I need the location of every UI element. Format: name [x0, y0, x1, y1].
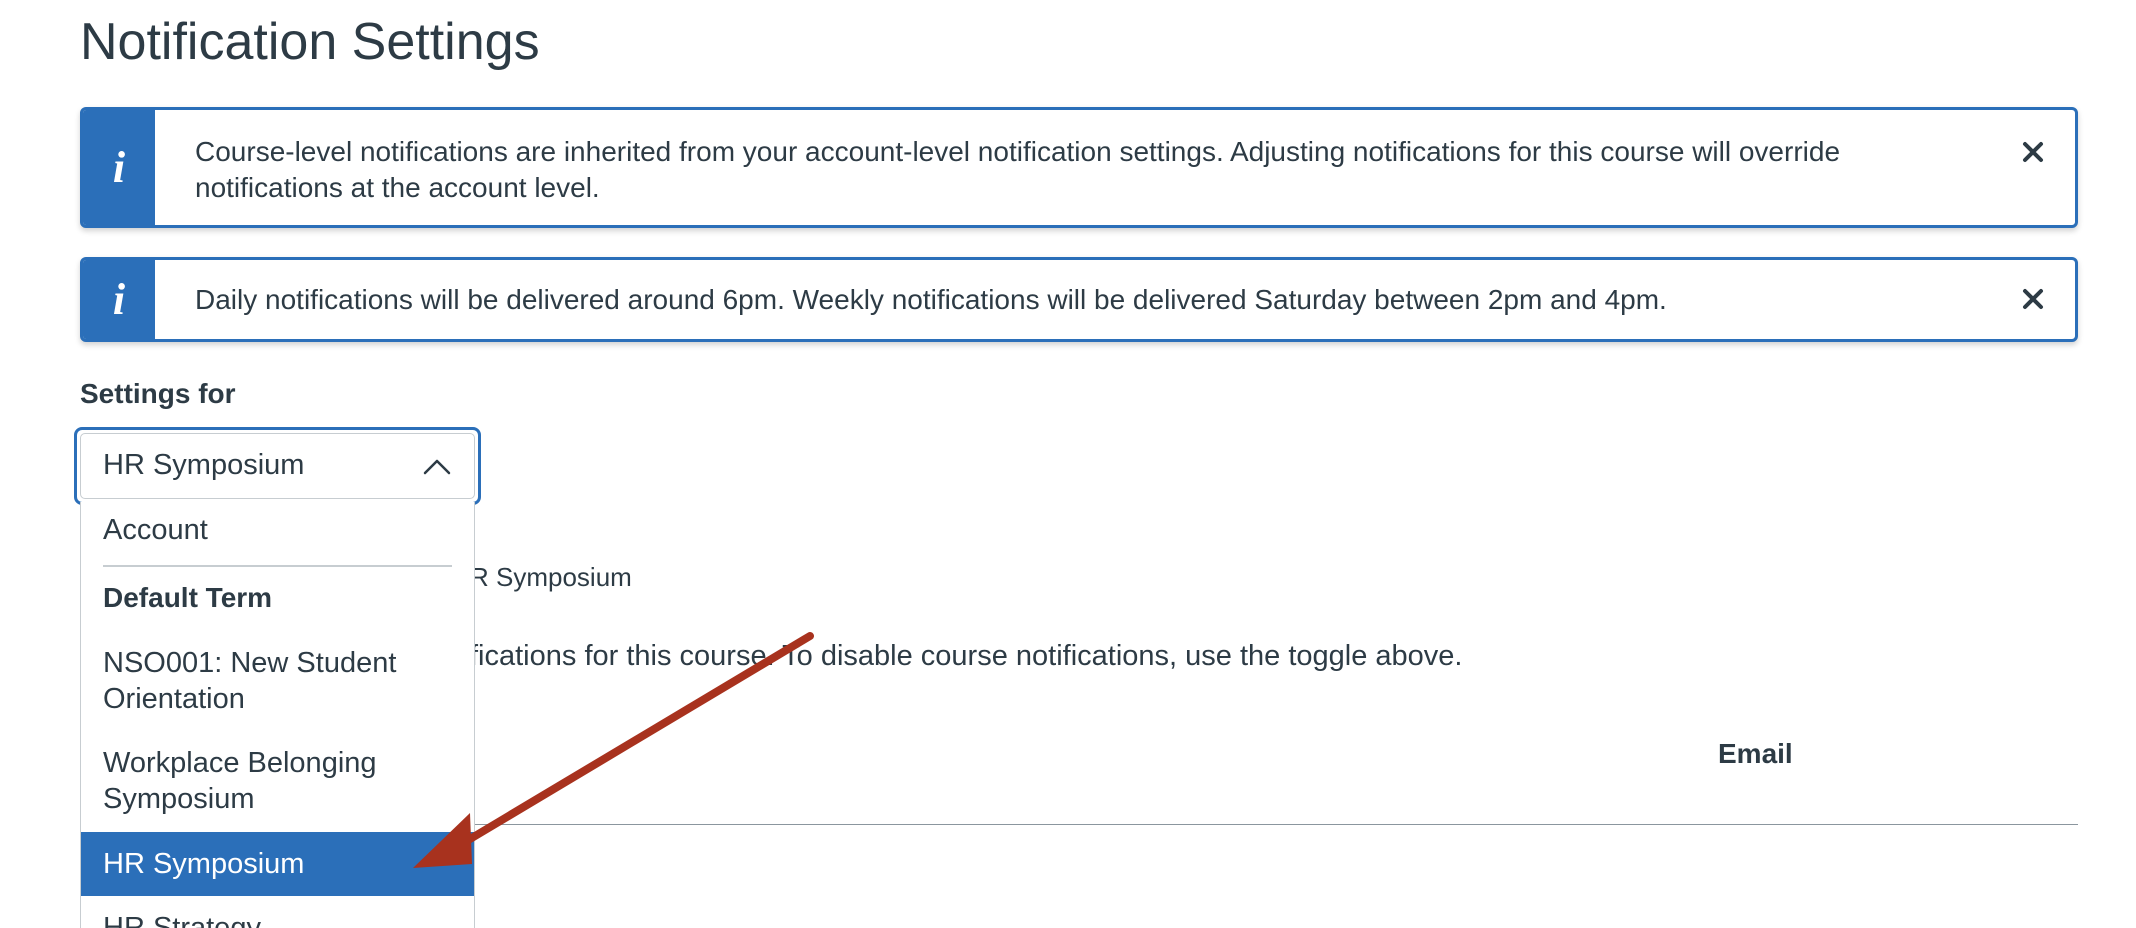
option-nso001[interactable]: NSO001: New Student Orientation — [81, 645, 474, 717]
option-hr-symposium[interactable]: HR Symposium — [81, 832, 474, 896]
course-notice-text: fications for this course. To disable co… — [470, 640, 1463, 672]
option-workplace-belonging[interactable]: Workplace Belonging Symposium — [81, 745, 474, 817]
info-icon-glyph: i — [112, 274, 126, 324]
close-icon-svg — [2023, 289, 2043, 309]
option-account[interactable]: Account — [81, 512, 474, 548]
settings-for-label: Settings for — [80, 378, 236, 409]
column-header-email: Email — [1718, 738, 1793, 769]
page-title: Notification Settings — [80, 13, 540, 71]
group-label-default-term: Default Term — [103, 582, 273, 613]
close-icon[interactable] — [2013, 132, 2053, 172]
alert-inheritance: i Course-level notifications are inherit… — [80, 107, 2078, 228]
option-hr-strategy[interactable]: HR Strategy — [81, 910, 474, 928]
select-value: HR Symposium — [103, 449, 305, 481]
close-icon[interactable] — [2013, 279, 2053, 319]
info-icon: i — [83, 260, 155, 339]
info-icon-glyph: i — [112, 142, 126, 192]
settings-for-select[interactable]: HR Symposium — [80, 433, 475, 499]
alert-message: Daily notifications will be delivered ar… — [195, 284, 1667, 315]
chevron-up-icon — [423, 459, 451, 475]
close-icon-svg — [2023, 142, 2043, 162]
settings-for-dropdown: Account Default Term NSO001: New Student… — [80, 502, 475, 928]
page: Notification Settings i Course-level not… — [0, 0, 2136, 928]
dropdown-separator — [103, 565, 452, 567]
info-icon: i — [83, 110, 155, 225]
alert-delivery-times: i Daily notifications will be delivered … — [80, 257, 2078, 342]
course-name-text: R Symposium — [470, 562, 632, 592]
alert-message: Course-level notifications are inherited… — [195, 136, 1841, 203]
